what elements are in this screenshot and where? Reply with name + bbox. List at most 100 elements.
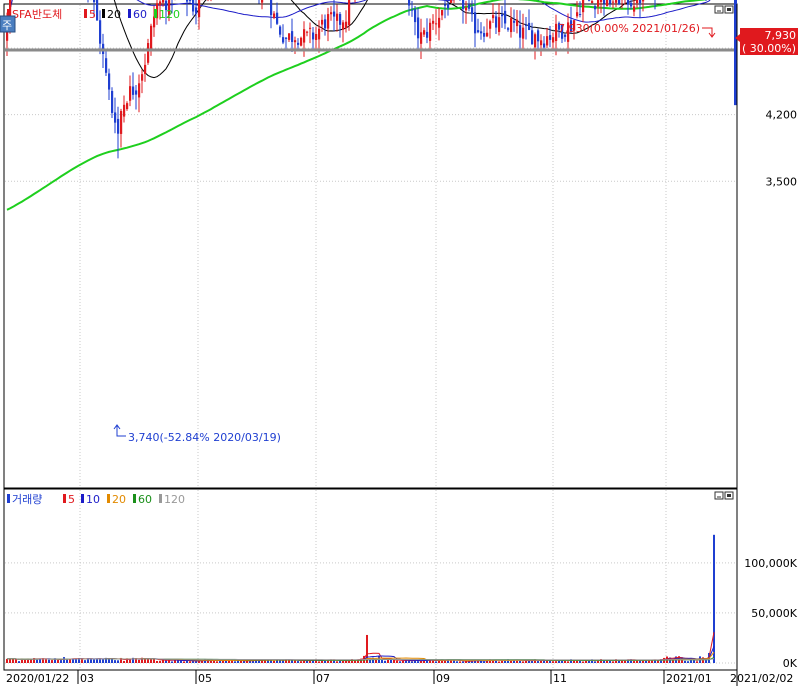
candle-body <box>633 6 636 12</box>
candle-body <box>591 1 594 4</box>
candle-body <box>543 43 546 48</box>
volume-bar <box>462 661 464 663</box>
period-badge[interactable]: 주 <box>0 15 16 33</box>
volume-bar <box>645 660 647 663</box>
volume-legend-item: 60 <box>138 493 152 506</box>
candle-body <box>534 34 537 48</box>
candle-body <box>423 30 426 35</box>
candle-body <box>465 7 468 11</box>
volume-bar <box>498 661 500 663</box>
stock-chart: 3,5004,2004,9005,6006,3007,0007,7000K50,… <box>0 0 798 686</box>
candle-body <box>114 112 117 123</box>
candle-body <box>282 37 285 43</box>
candle-body <box>549 35 552 40</box>
price-pane[interactable] <box>3 3 738 489</box>
candle-body <box>186 0 189 2</box>
date-axis-label: 05 <box>198 672 212 685</box>
candle-body <box>438 17 441 28</box>
candle-body <box>492 15 495 19</box>
legend-marker <box>81 494 84 503</box>
candle-body <box>318 28 321 40</box>
volume-bar <box>117 660 119 663</box>
date-axis-label: 03 <box>80 672 94 685</box>
candle-body <box>411 9 414 11</box>
volume-bar <box>477 661 479 663</box>
volume-bar <box>66 659 68 663</box>
volume-bar <box>567 661 569 663</box>
candle-body <box>522 27 525 39</box>
candle-body <box>441 10 444 16</box>
volume-bar <box>576 660 578 663</box>
candle-body <box>150 25 153 49</box>
volume-bar <box>300 661 302 663</box>
price-legend-item: 60 <box>133 8 147 21</box>
candle-body <box>444 4 447 6</box>
candle-body <box>285 37 288 39</box>
volume-bar <box>150 658 152 663</box>
candle-body <box>270 0 273 16</box>
volume-bar <box>15 659 17 663</box>
volume-bar <box>402 660 404 663</box>
minimize-button[interactable] <box>714 491 724 500</box>
candle-body <box>636 0 639 4</box>
minimize-button[interactable] <box>714 5 724 14</box>
legend-marker <box>107 494 110 503</box>
candle-body <box>618 0 621 5</box>
volume-bar <box>687 661 689 663</box>
maximize-icon <box>727 494 731 497</box>
candle-body <box>435 23 438 25</box>
volume-bar <box>195 661 197 663</box>
candle-body <box>504 10 507 24</box>
volume-bar <box>555 661 557 663</box>
volume-bar <box>156 660 158 663</box>
candle-body <box>582 0 585 13</box>
candle-body <box>594 6 597 10</box>
volume-bar <box>435 661 437 663</box>
volume-bar <box>633 661 635 663</box>
volume-bar <box>48 659 50 663</box>
candle-body <box>327 14 330 29</box>
volume-bar <box>216 661 218 663</box>
volume-bar <box>273 660 275 663</box>
volume-legend-item: 120 <box>164 493 185 506</box>
candle-body <box>129 86 132 101</box>
candle-body <box>609 0 612 4</box>
date-axis-label: 07 <box>316 672 330 685</box>
volume-bar <box>6 658 8 663</box>
candle-body <box>273 13 276 18</box>
candle-body <box>462 0 465 10</box>
candle-body <box>552 37 555 43</box>
candle-body <box>321 19 324 25</box>
volume-bar <box>294 660 296 663</box>
candle-body <box>597 0 600 7</box>
volume-bar <box>210 660 212 663</box>
candle-body <box>147 43 150 63</box>
candle-body <box>528 22 531 30</box>
volume-bar <box>183 661 185 663</box>
candle-body <box>447 3 450 9</box>
candle-body <box>579 14 582 16</box>
legend-marker <box>63 494 66 503</box>
candle-body <box>450 0 453 3</box>
volume-bar <box>288 660 290 663</box>
candle-body <box>126 103 129 110</box>
legend-marker <box>133 494 136 503</box>
candle-body <box>192 0 195 12</box>
candle-body <box>531 30 534 45</box>
volume-pane[interactable] <box>3 488 738 671</box>
candle-body <box>288 33 291 40</box>
volume-bar <box>60 660 62 663</box>
candle-body <box>540 40 543 46</box>
volume-bar <box>225 660 227 663</box>
candle-body <box>348 0 351 25</box>
candle-body <box>507 28 510 30</box>
volume-bar <box>51 660 53 663</box>
candle-body <box>189 0 192 1</box>
legend-marker <box>7 494 10 503</box>
volume-legend-item: 20 <box>112 493 126 506</box>
candle-body <box>498 17 501 32</box>
volume-legend-item: 10 <box>86 493 100 506</box>
candle-body <box>345 21 348 28</box>
candle-body <box>576 12 579 17</box>
candle-body <box>495 16 498 28</box>
